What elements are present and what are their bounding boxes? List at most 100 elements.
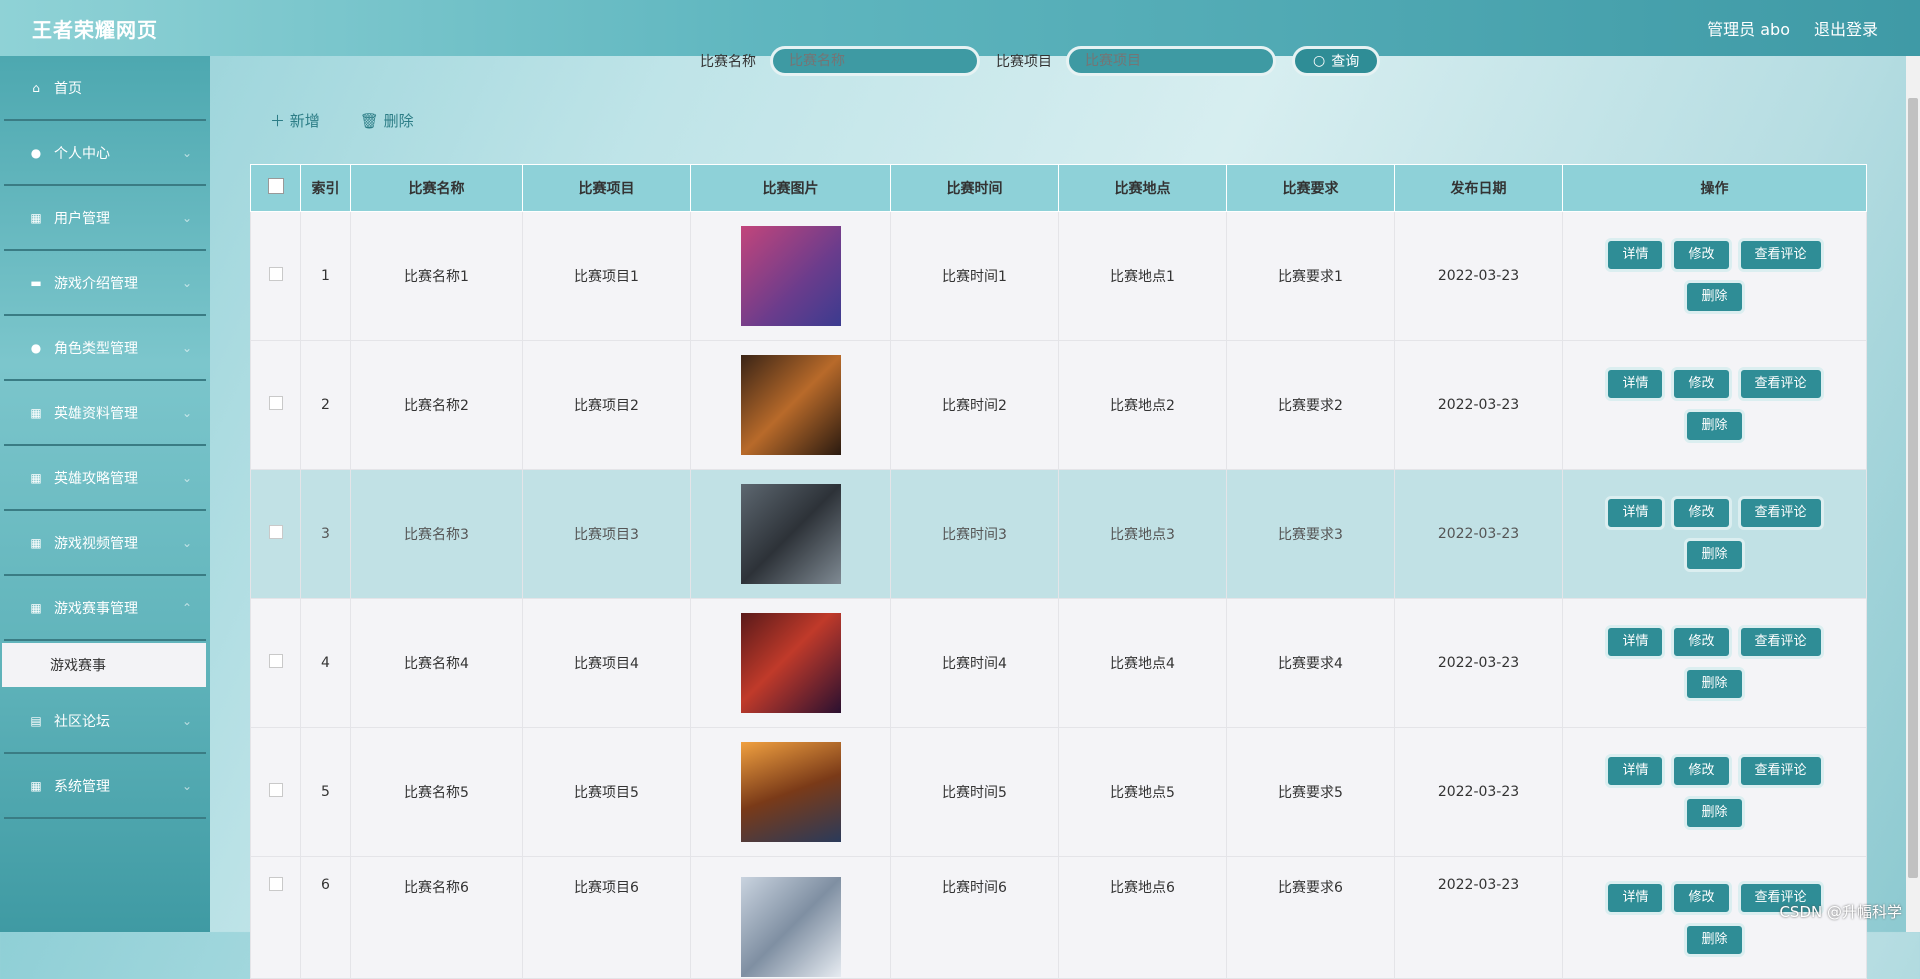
view-comments-button[interactable]: 查看评论	[1737, 367, 1824, 401]
sidebar-item-user-management[interactable]: ▦ 用户管理 ⌄	[4, 186, 206, 251]
chevron-down-icon: ⌄	[181, 210, 192, 225]
match-project-input[interactable]	[1066, 46, 1276, 76]
view-comments-button[interactable]: 查看评论	[1737, 238, 1824, 272]
site-title: 王者荣耀网页	[32, 17, 158, 42]
edit-button[interactable]: 修改	[1671, 496, 1732, 530]
view-comments-button[interactable]: 查看评论	[1737, 625, 1824, 659]
table-row[interactable]: 6 比赛名称6 比赛项目6 比赛时间6 比赛地点6 比赛要求6 2022-03-23 详情 修改…	[250, 856, 1867, 979]
chevron-down-icon: ⌄	[181, 470, 192, 485]
delete-button[interactable]: 删除	[1684, 667, 1745, 701]
table-row[interactable]: 2 比赛名称2 比赛项目2 比赛时间2 比赛地点2 比赛要求2 2022-03-23 详情 修改…	[250, 340, 1867, 470]
sidebar-item-hero-guide[interactable]: ▦ 英雄攻略管理 ⌄	[4, 446, 206, 511]
edit-button[interactable]: 修改	[1671, 238, 1732, 272]
plus-icon: ＋	[270, 112, 286, 130]
sidebar-item-personal-center[interactable]: ● 个人中心 ⌄	[4, 121, 206, 186]
match-image	[740, 742, 841, 842]
match-image	[740, 613, 841, 713]
column-header: 比赛地点	[1058, 164, 1227, 212]
cell-match-image	[690, 211, 891, 341]
edit-button[interactable]: 修改	[1671, 625, 1732, 659]
detail-button[interactable]: 详情	[1605, 754, 1666, 788]
sidebar-item-game-intro[interactable]: ▬ 游戏介绍管理 ⌄	[4, 251, 206, 316]
sidebar-item-forum[interactable]: ▤ 社区论坛 ⌄	[4, 689, 206, 754]
cell-match-requirement: 比赛要求2	[1226, 340, 1395, 470]
chevron-down-icon: ⌄	[181, 778, 192, 793]
scrollbar-thumb[interactable]	[1908, 98, 1918, 878]
row-checkbox-cell	[250, 340, 301, 470]
cell-match-time: 比赛时间4	[890, 598, 1059, 728]
detail-button[interactable]: 详情	[1605, 238, 1666, 272]
table-header-row: 索引 比赛名称 比赛项目 比赛图片 比赛时间 比赛地点 比赛要求 发布日期 操作	[250, 164, 1867, 212]
row-checkbox[interactable]	[268, 267, 283, 281]
grid-icon: ▦	[30, 535, 42, 550]
row-checkbox[interactable]	[268, 783, 283, 797]
row-checkbox[interactable]	[268, 396, 283, 410]
row-checkbox[interactable]	[268, 877, 283, 891]
cell-match-place: 比赛地点4	[1058, 598, 1227, 728]
cell-match-time: 比赛时间3	[890, 469, 1059, 599]
cell-match-project: 比赛项目1	[522, 211, 691, 341]
match-name-input[interactable]	[770, 46, 980, 76]
table-row[interactable]: 5 比赛名称5 比赛项目5 比赛时间5 比赛地点5 比赛要求5 2022-03-23 详情 修改…	[250, 727, 1867, 857]
cell-match-project: 比赛项目2	[522, 340, 691, 470]
admin-username[interactable]: 管理员 abo	[1707, 16, 1790, 40]
detail-button[interactable]: 详情	[1605, 496, 1666, 530]
cell-match-name: 比赛名称6	[350, 856, 523, 979]
edit-button[interactable]: 修改	[1671, 754, 1732, 788]
search-icon: ○	[1313, 53, 1326, 69]
vertical-scrollbar[interactable]	[1906, 56, 1920, 932]
table-row[interactable]: 1 比赛名称1 比赛项目1 比赛时间1 比赛地点1 比赛要求1 2022-03-23 详情 修改…	[250, 211, 1867, 341]
cell-match-time: 比赛时间5	[890, 727, 1059, 857]
column-header: 操作	[1562, 164, 1867, 212]
sidebar-item-label: 游戏介绍管理	[54, 275, 138, 292]
sidebar-item-system[interactable]: ▦ 系统管理 ⌄	[4, 754, 206, 819]
delete-button[interactable]: 删除	[1684, 538, 1745, 572]
detail-button[interactable]: 详情	[1605, 881, 1666, 915]
chevron-down-icon: ⌄	[181, 275, 192, 290]
search-button[interactable]: ○ 查询	[1292, 46, 1381, 76]
sidebar-item-hero-info[interactable]: ▦ 英雄资料管理 ⌄	[4, 381, 206, 446]
header-user-area: 管理员 abo 退出登录	[1707, 0, 1878, 56]
view-comments-button[interactable]: 查看评论	[1737, 754, 1824, 788]
sidebar-item-label: 系统管理	[54, 778, 110, 795]
add-button[interactable]: ＋ 新增	[270, 110, 320, 131]
sidebar-item-role-type[interactable]: ● 角色类型管理 ⌄	[4, 316, 206, 381]
detail-button[interactable]: 详情	[1605, 625, 1666, 659]
batch-delete-label: 删除	[383, 112, 414, 130]
sidebar-item-game-video[interactable]: ▦ 游戏视频管理 ⌄	[4, 511, 206, 576]
cell-index: 1	[300, 211, 351, 341]
cell-match-project: 比赛项目4	[522, 598, 691, 728]
view-comments-button[interactable]: 查看评论	[1737, 496, 1824, 530]
row-checkbox[interactable]	[268, 525, 283, 539]
column-header: 比赛名称	[350, 164, 523, 212]
cell-operations: 详情 修改 查看评论删除	[1562, 340, 1867, 470]
cell-operations: 详情 修改 查看评论删除	[1562, 598, 1867, 728]
cell-index: 2	[300, 340, 351, 470]
table-row[interactable]: 3 比赛名称3 比赛项目3 比赛时间3 比赛地点3 比赛要求3 2022-03-23 详情 修改…	[250, 469, 1867, 599]
delete-button[interactable]: 删除	[1684, 409, 1745, 443]
grid-icon: ▦	[30, 405, 42, 420]
user-icon: ●	[30, 145, 42, 160]
cell-index: 4	[300, 598, 351, 728]
sidebar-item-game-match[interactable]: ▦ 游戏赛事管理 ⌃	[4, 576, 206, 641]
batch-delete-button[interactable]: 🗑 删除	[360, 110, 414, 131]
select-all-checkbox[interactable]	[267, 178, 284, 194]
sidebar-menu: ⌂ 首页 ● 个人中心 ⌄ ▦ 用户管理 ⌄ ▬ 游戏介绍管理 ⌄ ● 角色类型…	[0, 56, 210, 932]
print-icon: ▤	[30, 713, 42, 728]
edit-button[interactable]: 修改	[1671, 367, 1732, 401]
chevron-down-icon: ⌄	[181, 535, 192, 550]
row-checkbox[interactable]	[268, 654, 283, 668]
cell-index: 5	[300, 727, 351, 857]
sidebar-item-home[interactable]: ⌂ 首页	[4, 56, 206, 121]
delete-button[interactable]: 删除	[1684, 280, 1745, 314]
table-row[interactable]: 4 比赛名称4 比赛项目4 比赛时间4 比赛地点4 比赛要求4 2022-03-23 详情 修改…	[250, 598, 1867, 728]
delete-button[interactable]: 删除	[1684, 796, 1745, 830]
edit-button[interactable]: 修改	[1671, 881, 1732, 915]
detail-button[interactable]: 详情	[1605, 367, 1666, 401]
delete-button[interactable]: 删除	[1684, 923, 1745, 957]
logout-link[interactable]: 退出登录	[1814, 16, 1878, 40]
cell-match-name: 比赛名称3	[350, 469, 523, 599]
submenu-item-game-match[interactable]: 游戏赛事	[2, 643, 206, 687]
grid-icon: ▦	[30, 470, 42, 485]
match-table: 索引 比赛名称 比赛项目 比赛图片 比赛时间 比赛地点 比赛要求 发布日期 操作…	[250, 164, 1867, 979]
